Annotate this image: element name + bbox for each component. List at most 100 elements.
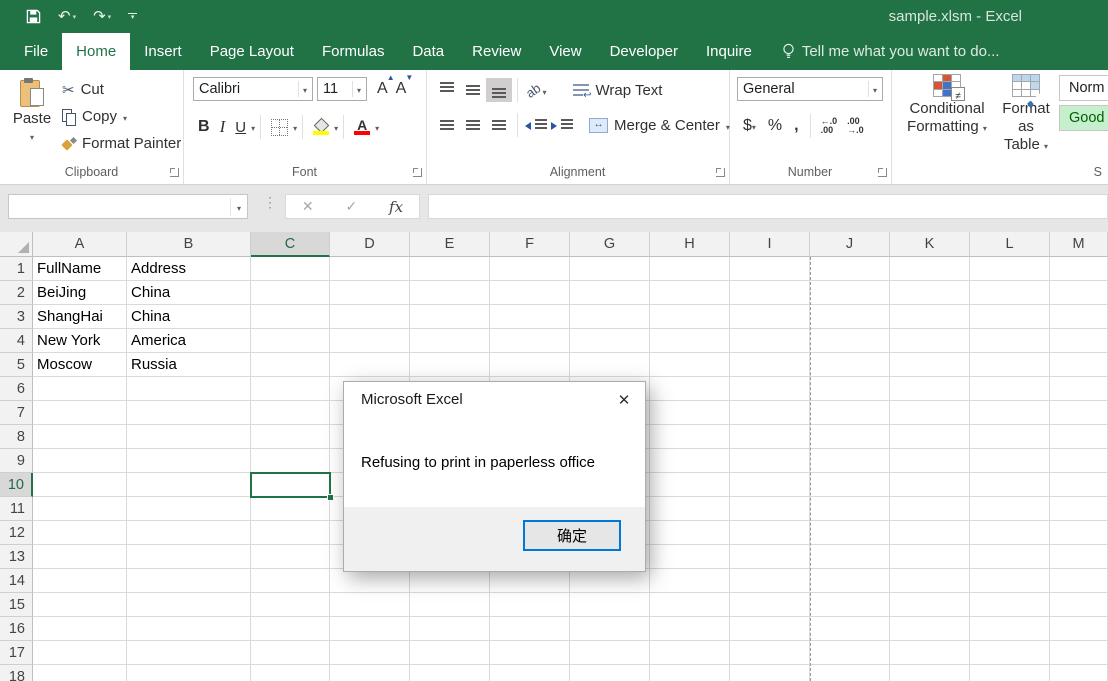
cell-K16[interactable]: [890, 617, 970, 641]
cell-H5[interactable]: [650, 353, 730, 377]
cell-L5[interactable]: [970, 353, 1050, 377]
column-header-L[interactable]: L: [970, 232, 1050, 257]
column-header-A[interactable]: A: [33, 232, 127, 257]
cell-B14[interactable]: [127, 569, 251, 593]
row-header-16[interactable]: 16: [0, 617, 33, 641]
cell-J3[interactable]: [810, 305, 890, 329]
cell-K3[interactable]: [890, 305, 970, 329]
cell-G16[interactable]: [570, 617, 650, 641]
cell-L12[interactable]: [970, 521, 1050, 545]
cell-I8[interactable]: [730, 425, 810, 449]
cell-M10[interactable]: [1050, 473, 1108, 497]
undo-button[interactable]: ↶ ▾: [58, 9, 76, 24]
cell-D5[interactable]: [330, 353, 410, 377]
tab-developer[interactable]: Developer: [596, 33, 692, 70]
cell-B10[interactable]: [127, 473, 251, 497]
column-header-B[interactable]: B: [127, 232, 251, 257]
name-box[interactable]: [8, 194, 248, 219]
cell-A5[interactable]: Moscow: [33, 353, 127, 377]
cell-J12[interactable]: [810, 521, 890, 545]
column-header-J[interactable]: J: [810, 232, 890, 257]
wrap-text-button[interactable]: Wrap Text: [573, 82, 662, 99]
cancel-button[interactable]: ✕: [302, 198, 314, 215]
font-color-button[interactable]: A: [354, 119, 370, 135]
row-header-2[interactable]: 2: [0, 281, 33, 305]
tab-view[interactable]: View: [535, 33, 595, 70]
cell-C16[interactable]: [251, 617, 330, 641]
chevron-down-icon[interactable]: [298, 81, 307, 97]
cell-J18[interactable]: [810, 665, 890, 681]
cell-G3[interactable]: [570, 305, 650, 329]
cell-H9[interactable]: [650, 449, 730, 473]
row-header-6[interactable]: 6: [0, 377, 33, 401]
italic-button[interactable]: I: [220, 117, 226, 137]
cell-A9[interactable]: [33, 449, 127, 473]
copy-dropdown-icon[interactable]: [123, 108, 127, 125]
font-dialog-launcher[interactable]: [413, 168, 422, 177]
cell-K1[interactable]: [890, 257, 970, 281]
increase-decimal-button[interactable]: ←.0.00: [821, 117, 838, 135]
cell-D15[interactable]: [330, 593, 410, 617]
orientation-button[interactable]: ab: [526, 83, 546, 98]
cell-H12[interactable]: [650, 521, 730, 545]
cell-A1[interactable]: FullName: [33, 257, 127, 281]
cell-H2[interactable]: [650, 281, 730, 305]
cell-D3[interactable]: [330, 305, 410, 329]
cell-M4[interactable]: [1050, 329, 1108, 353]
cell-A16[interactable]: [33, 617, 127, 641]
cell-E14[interactable]: [410, 569, 490, 593]
cell-A12[interactable]: [33, 521, 127, 545]
cell-D17[interactable]: [330, 641, 410, 665]
chevron-down-icon[interactable]: [868, 81, 877, 97]
cell-H18[interactable]: [650, 665, 730, 681]
number-dialog-launcher[interactable]: [878, 168, 887, 177]
cell-D14[interactable]: [330, 569, 410, 593]
cell-K12[interactable]: [890, 521, 970, 545]
cell-K5[interactable]: [890, 353, 970, 377]
cell-D1[interactable]: [330, 257, 410, 281]
row-header-14[interactable]: 14: [0, 569, 33, 593]
cell-E17[interactable]: [410, 641, 490, 665]
cell-L7[interactable]: [970, 401, 1050, 425]
column-header-E[interactable]: E: [410, 232, 490, 257]
underline-dropdown-icon[interactable]: [251, 118, 255, 136]
cell-K8[interactable]: [890, 425, 970, 449]
alignment-dialog-launcher[interactable]: [716, 168, 725, 177]
customize-quick-access-button[interactable]: ▾: [128, 13, 137, 20]
cell-C17[interactable]: [251, 641, 330, 665]
cell-K10[interactable]: [890, 473, 970, 497]
cell-C8[interactable]: [251, 425, 330, 449]
cell-L6[interactable]: [970, 377, 1050, 401]
row-header-1[interactable]: 1: [0, 257, 33, 281]
cell-K11[interactable]: [890, 497, 970, 521]
row-header-3[interactable]: 3: [0, 305, 33, 329]
cell-M16[interactable]: [1050, 617, 1108, 641]
column-header-H[interactable]: H: [650, 232, 730, 257]
dialog-ok-button[interactable]: 确定: [523, 520, 621, 551]
cell-J5[interactable]: [810, 353, 890, 377]
cell-M14[interactable]: [1050, 569, 1108, 593]
cell-F2[interactable]: [490, 281, 570, 305]
cell-C11[interactable]: [251, 497, 330, 521]
cell-H13[interactable]: [650, 545, 730, 569]
cell-I4[interactable]: [730, 329, 810, 353]
cell-B3[interactable]: China: [127, 305, 251, 329]
cell-H3[interactable]: [650, 305, 730, 329]
cell-M15[interactable]: [1050, 593, 1108, 617]
cell-L8[interactable]: [970, 425, 1050, 449]
cell-I16[interactable]: [730, 617, 810, 641]
row-header-13[interactable]: 13: [0, 545, 33, 569]
cell-A6[interactable]: [33, 377, 127, 401]
select-all-button[interactable]: [0, 232, 33, 257]
cell-K4[interactable]: [890, 329, 970, 353]
cell-I14[interactable]: [730, 569, 810, 593]
cell-C15[interactable]: [251, 593, 330, 617]
tab-file[interactable]: File: [10, 33, 62, 70]
currency-dropdown-icon[interactable]: [752, 117, 756, 135]
cell-D2[interactable]: [330, 281, 410, 305]
cell-I18[interactable]: [730, 665, 810, 681]
style-good[interactable]: Good: [1059, 105, 1108, 131]
cell-E16[interactable]: [410, 617, 490, 641]
cell-H15[interactable]: [650, 593, 730, 617]
cell-L15[interactable]: [970, 593, 1050, 617]
